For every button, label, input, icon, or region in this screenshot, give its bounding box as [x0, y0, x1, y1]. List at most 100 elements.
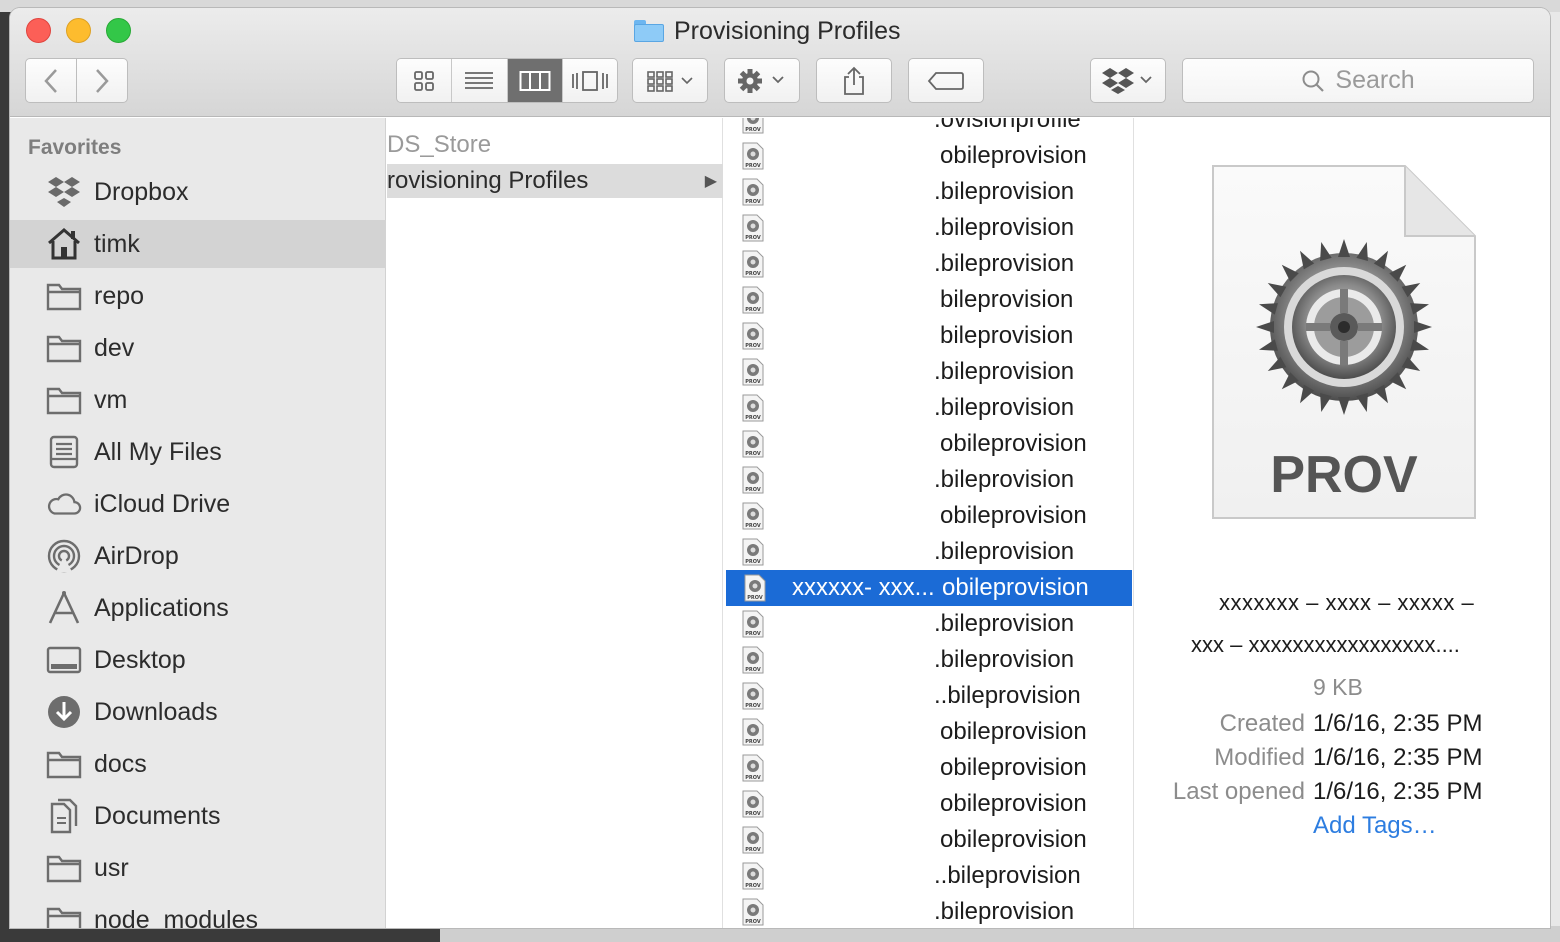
file-row[interactable]: PROV .bileprovision — [724, 174, 1133, 210]
folder-icon — [634, 20, 664, 42]
prov-file-icon: PROV — [742, 538, 764, 566]
sidebar-item-desktop[interactable]: Desktop — [10, 636, 386, 684]
file-name: .bileprovision — [934, 394, 1075, 421]
file-name: obileprovision — [940, 502, 1087, 529]
sidebar-item-documents[interactable]: Documents — [10, 792, 386, 840]
file-name: obileprovision — [940, 826, 1087, 853]
file-row[interactable]: PROV .bileprovision — [724, 246, 1133, 282]
icon-view-button[interactable] — [397, 59, 453, 102]
sidebar-item-airdrop[interactable]: AirDrop — [10, 532, 386, 580]
sidebar-item-downloads[interactable]: Downloads — [10, 688, 386, 736]
svg-text:PROV: PROV — [745, 127, 761, 133]
file-row[interactable]: PROV xxxxxx- xxx... obileprovision — [726, 570, 1132, 606]
file-row[interactable]: PROV .bileprovision — [724, 534, 1133, 570]
sidebar-item-label: timk — [94, 229, 140, 258]
sidebar-item-vm[interactable]: vm — [10, 376, 386, 424]
created-label: Created — [1219, 710, 1305, 737]
forward-button[interactable] — [76, 58, 128, 103]
prov-file-icon: PROV — [742, 214, 764, 242]
add-tags-link[interactable]: Add Tags… — [1313, 812, 1437, 840]
file-row[interactable]: PROV ..bileprovision — [724, 678, 1133, 714]
svg-text:PROV: PROV — [745, 415, 761, 421]
prov-file-icon: PROV — [742, 358, 764, 386]
window-title: Provisioning Profiles — [634, 16, 901, 46]
file-row[interactable]: PROV bileprovision — [724, 318, 1133, 354]
background-window-edge — [440, 926, 1560, 942]
svg-text:PROV: PROV — [745, 811, 761, 817]
file-row[interactable]: PROV .bileprovision — [724, 894, 1133, 928]
sidebar-item-dropbox[interactable]: Dropbox — [10, 168, 386, 216]
all-files-icon — [46, 434, 82, 470]
share-button[interactable] — [816, 58, 892, 103]
search-field[interactable]: Search — [1182, 58, 1534, 103]
svg-text:PROV: PROV — [745, 163, 761, 169]
dropbox-toolbar-button[interactable] — [1090, 58, 1166, 103]
file-name: .ovisionprofile — [934, 118, 1081, 133]
file-row[interactable]: PROV .bileprovision — [724, 462, 1133, 498]
file-name: .bileprovision — [934, 466, 1075, 493]
tag-button[interactable] — [908, 58, 984, 103]
sidebar-item-timk[interactable]: timk — [10, 220, 386, 268]
file-row[interactable]: PROV obileprovision — [724, 426, 1133, 462]
sidebar-item-docs[interactable]: docs — [10, 740, 386, 788]
sidebar-item-node-modules[interactable]: node_modules — [10, 896, 386, 928]
cover-flow-view-button[interactable] — [562, 59, 617, 102]
chevron-right-icon — [96, 68, 109, 93]
prov-file-icon: PROV — [742, 178, 764, 206]
back-button[interactable] — [25, 58, 77, 103]
airdrop-icon — [46, 538, 82, 574]
disclosure-arrow-icon: ▶ — [704, 173, 717, 190]
sidebar-heading: Favorites — [28, 136, 122, 159]
svg-text:PROV: PROV — [745, 775, 761, 781]
prov-file-icon: PROV — [742, 862, 764, 890]
file-row[interactable]: PROV obileprovision — [724, 786, 1133, 822]
file-row[interactable]: PROV .bileprovision — [724, 354, 1133, 390]
file-row[interactable]: PROV .bileprovision — [724, 642, 1133, 678]
svg-text:PROV: PROV — [745, 271, 761, 277]
sidebar-item-label: Downloads — [94, 697, 218, 726]
prov-file-icon: PROV — [742, 322, 764, 350]
prov-file-icon: PROV — [742, 826, 764, 854]
last-opened-row: Last opened 1/6/16, 2:35 PM — [1135, 778, 1550, 812]
file-row[interactable]: PROV obileprovision — [724, 138, 1133, 174]
sidebar-item-icloud-drive[interactable]: iCloud Drive — [10, 480, 386, 528]
last-opened-value: 1/6/16, 2:35 PM — [1313, 778, 1483, 805]
file-row[interactable]: PROV obileprovision — [724, 714, 1133, 750]
file-row[interactable]: PROV .bileprovision — [724, 606, 1133, 642]
action-button[interactable] — [724, 58, 800, 103]
zoom-window-button[interactable] — [106, 18, 131, 43]
folder-item-provisioning-profiles[interactable]: rovisioning Profiles ▶ — [387, 164, 723, 198]
arrange-button[interactable] — [632, 58, 708, 103]
sidebar-item-all-my-files[interactable]: All My Files — [10, 428, 386, 476]
file-row[interactable]: PROV obileprovision — [724, 498, 1133, 534]
svg-text:PROV: PROV — [745, 523, 761, 529]
file-row[interactable]: PROV bileprovision — [724, 282, 1133, 318]
file-row[interactable]: PROV .ovisionprofile — [724, 118, 1133, 138]
file-name: obileprovision — [940, 754, 1087, 781]
file-row[interactable]: PROV ..bileprovision — [724, 858, 1133, 894]
list-item[interactable]: DS_Store — [387, 128, 723, 162]
folder-icon — [46, 278, 82, 314]
prov-file-icon: PROV — [742, 682, 764, 710]
column-view-button[interactable] — [507, 59, 563, 102]
browser-column-1: DS_Store rovisioning Profiles ▶ — [387, 118, 723, 928]
dropbox-icon — [1102, 67, 1152, 94]
file-row[interactable]: PROV obileprovision — [724, 750, 1133, 786]
minimize-window-button[interactable] — [66, 18, 91, 43]
svg-text:PROV: PROV — [745, 739, 761, 745]
svg-text:PROV: PROV — [745, 199, 761, 205]
svg-text:PROV: PROV — [745, 703, 761, 709]
list-view-button[interactable] — [452, 59, 508, 102]
cover-flow-icon — [571, 70, 608, 91]
file-row[interactable]: PROV .bileprovision — [724, 390, 1133, 426]
sidebar-item-applications[interactable]: Applications — [10, 584, 386, 632]
sidebar-item-dev[interactable]: dev — [10, 324, 386, 372]
prov-file-icon: PROV — [742, 466, 764, 494]
sidebar-item-usr[interactable]: usr — [10, 844, 386, 892]
sidebar-item-repo[interactable]: repo — [10, 272, 386, 320]
folder-icon — [46, 746, 82, 782]
file-row[interactable]: PROV obileprovision — [724, 822, 1133, 858]
close-window-button[interactable] — [26, 18, 51, 43]
file-row[interactable]: PROV .bileprovision — [724, 210, 1133, 246]
folder-icon — [46, 382, 82, 418]
